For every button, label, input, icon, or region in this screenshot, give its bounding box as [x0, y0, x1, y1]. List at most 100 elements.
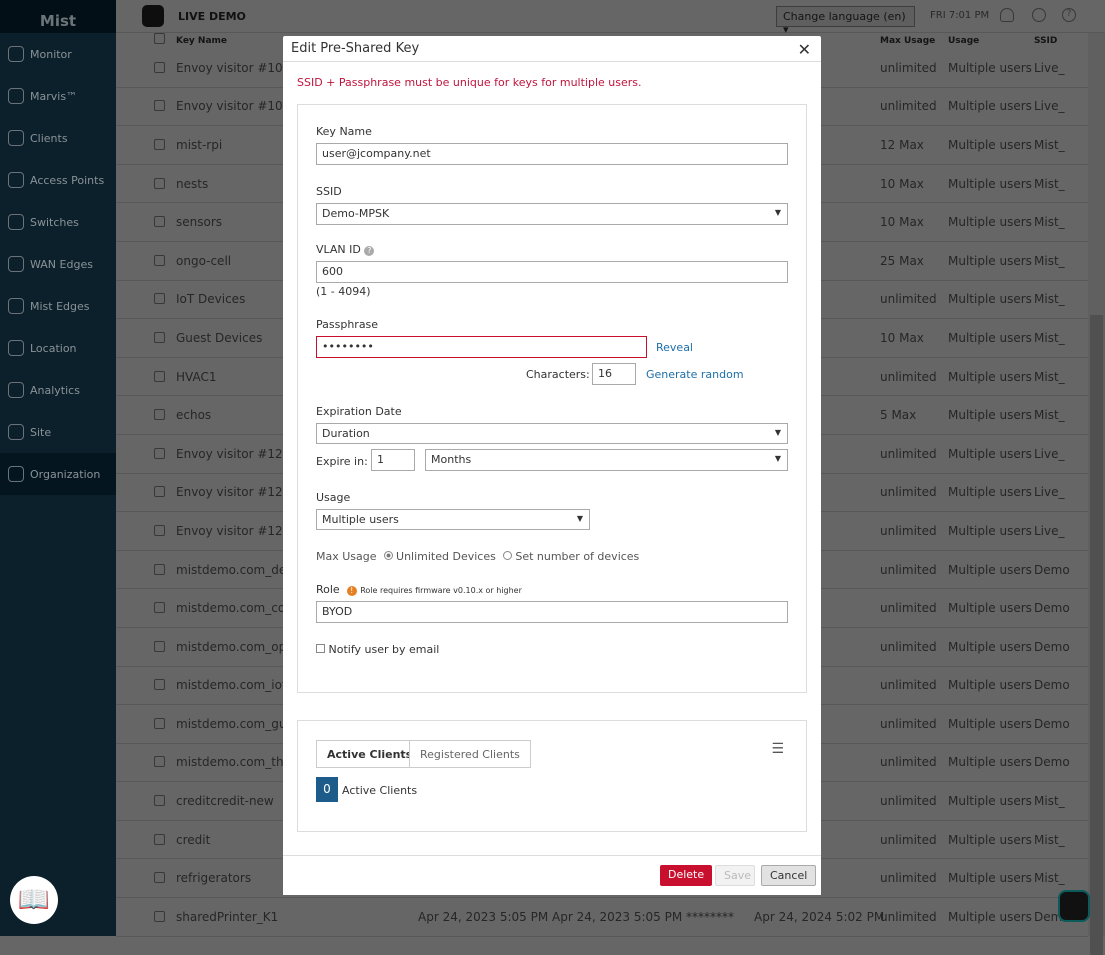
row-checkbox[interactable]	[154, 370, 165, 382]
table-row[interactable]: sharedPrinter_K1 Apr 24, 2023 5:05 PM Apr…	[116, 898, 1088, 937]
row-checkbox[interactable]	[154, 679, 165, 691]
header-ssid[interactable]: SSID	[1034, 36, 1057, 46]
select-all-checkbox[interactable]	[154, 33, 165, 44]
sidebar-item-label: Site	[30, 425, 52, 439]
help-book-icon[interactable]: 📖	[10, 876, 58, 924]
scrollbar[interactable]	[1088, 33, 1105, 955]
row-checkbox[interactable]	[154, 216, 165, 228]
usage-select[interactable]: Multiple users	[316, 509, 590, 530]
marvis-chat-icon[interactable]	[1058, 890, 1090, 922]
usage-cell: Multiple users	[948, 369, 1032, 384]
sidebar-item-organization[interactable]: Organization	[0, 453, 116, 495]
language-select[interactable]: Change language (en) ▾	[776, 6, 915, 36]
row-checkbox[interactable]	[154, 872, 165, 884]
row-checkbox[interactable]	[154, 138, 165, 150]
psk-form: Key Name user@jcompany.net SSID Demo-MPS…	[297, 104, 807, 693]
unlimited-label[interactable]: Unlimited Devices	[396, 550, 496, 563]
row-checkbox[interactable]	[154, 910, 165, 922]
ssid-cell: Mist_	[1034, 330, 1065, 345]
save-button[interactable]: Save	[715, 865, 755, 886]
sidebar-item-wan-edges[interactable]: WAN Edges	[0, 243, 116, 285]
delete-button[interactable]: Delete	[660, 865, 713, 886]
tab-registered-clients[interactable]: Registered Clients	[409, 740, 531, 768]
sidebar-item-label: Access Points	[30, 173, 105, 187]
max-usage-cell: unlimited	[880, 678, 937, 693]
row-checkbox[interactable]	[154, 833, 165, 845]
usage-value: Multiple users	[322, 513, 399, 526]
generate-random-link[interactable]: Generate random	[646, 368, 744, 381]
row-checkbox[interactable]	[154, 640, 165, 652]
usage-cell: Multiple users	[948, 832, 1032, 847]
header-key-name[interactable]: Key Name	[176, 36, 227, 46]
expire-unit-select[interactable]: Months	[425, 449, 788, 471]
notify-label[interactable]: Notify user by email	[329, 643, 440, 656]
sidebar-item-site[interactable]: Site	[0, 411, 116, 453]
user-icon[interactable]	[1000, 8, 1014, 22]
notify-checkbox[interactable]	[316, 644, 325, 653]
max-usage-cell: unlimited	[880, 292, 937, 307]
row-checkbox[interactable]	[154, 524, 165, 536]
row-checkbox[interactable]	[154, 602, 165, 614]
active-clients-label: Active Clients	[342, 784, 418, 797]
characters-input[interactable]: 16	[592, 363, 636, 385]
row-checkbox[interactable]	[154, 486, 165, 498]
max-usage-cell: unlimited	[880, 446, 937, 461]
lightbulb-icon[interactable]	[1032, 8, 1046, 22]
passphrase-input[interactable]: ••••••••	[316, 336, 647, 358]
tab-active-clients[interactable]: Active Clients	[316, 740, 424, 768]
row-checkbox[interactable]	[154, 447, 165, 459]
analytics-icon	[8, 382, 24, 398]
max-usage-cell: unlimited	[880, 99, 937, 114]
ssid-cell: Demo	[1034, 678, 1070, 693]
row-checkbox[interactable]	[154, 756, 165, 768]
row-checkbox[interactable]	[154, 100, 165, 112]
row-checkbox[interactable]	[154, 563, 165, 575]
vlan-label: VLAN ID ?	[316, 243, 375, 256]
usage-cell: Multiple users	[948, 330, 1032, 345]
cancel-button[interactable]: Cancel	[761, 865, 817, 886]
reveal-link[interactable]: Reveal	[656, 341, 693, 354]
sidebar-item-marvis-[interactable]: Marvis™	[0, 75, 116, 117]
sidebar-item-switches[interactable]: Switches	[0, 201, 116, 243]
active-count-badge: 0	[316, 777, 338, 802]
header-usage[interactable]: Usage	[948, 36, 979, 46]
scrollbar-thumb[interactable]	[1090, 315, 1103, 955]
max-usage-cell: unlimited	[880, 871, 937, 886]
role-input[interactable]: BYOD	[316, 601, 788, 623]
row-checkbox[interactable]	[154, 409, 165, 421]
sidebar-item-mist-edges[interactable]: Mist Edges	[0, 285, 116, 327]
sidebar-item-clients[interactable]: Clients	[0, 117, 116, 159]
usage-cell: Multiple users	[948, 485, 1032, 500]
usage-cell: Multiple users	[948, 137, 1032, 152]
sidebar-item-label: Monitor	[30, 47, 72, 61]
row-checkbox[interactable]	[154, 61, 165, 73]
help-icon[interactable]: ?	[1062, 8, 1076, 22]
header-max-usage[interactable]: Max Usage	[880, 36, 935, 46]
expire-in-input[interactable]: 1	[371, 449, 415, 471]
sidebar-item-monitor[interactable]: Monitor	[0, 33, 116, 75]
close-icon[interactable]: ✕	[798, 40, 811, 59]
row-checkbox[interactable]	[154, 331, 165, 343]
filter-settings-icon[interactable]: ☰	[771, 741, 784, 757]
sidebar-item-access-points[interactable]: Access Points	[0, 159, 116, 201]
set-number-label[interactable]: Set number of devices	[515, 550, 639, 563]
key-name-cell[interactable]: sharedPrinter_K1	[176, 910, 416, 924]
unlimited-radio[interactable]	[383, 551, 393, 560]
info-icon[interactable]: ?	[364, 246, 375, 256]
site-name[interactable]: LIVE DEMO	[178, 10, 246, 23]
row-checkbox[interactable]	[154, 717, 165, 729]
marvis-icon[interactable]	[142, 5, 164, 27]
ssid-select[interactable]: Demo-MPSK	[316, 203, 788, 225]
key-name-input[interactable]: user@jcompany.net	[316, 143, 788, 165]
set-number-radio[interactable]	[502, 551, 512, 560]
sidebar-item-location[interactable]: Location	[0, 327, 116, 369]
expires-cell: Apr 24, 2024 5:02 PM	[754, 909, 885, 924]
ssid-cell: Demo	[1034, 755, 1070, 770]
row-checkbox[interactable]	[154, 254, 165, 266]
vlan-input[interactable]: 600	[316, 261, 788, 283]
row-checkbox[interactable]	[154, 293, 165, 305]
row-checkbox[interactable]	[154, 177, 165, 189]
expiration-select[interactable]: Duration	[316, 423, 788, 444]
sidebar-item-analytics[interactable]: Analytics	[0, 369, 116, 411]
row-checkbox[interactable]	[154, 795, 165, 807]
